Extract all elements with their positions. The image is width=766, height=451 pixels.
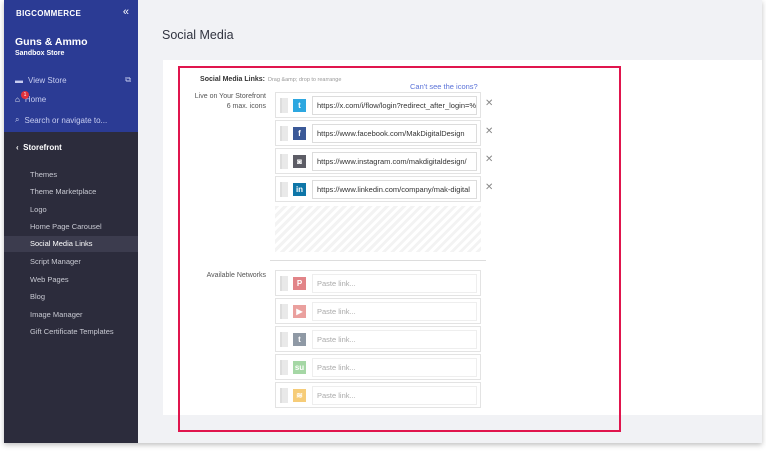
sidebar-item-theme-marketplace[interactable]: Theme Marketplace	[4, 184, 138, 200]
store-subtitle: Sandbox Store	[15, 50, 65, 57]
search-icon: ⌕	[15, 115, 20, 124]
storefront-back[interactable]: ‹ Storefront	[16, 143, 62, 152]
bigcommerce-logo: BIGCOMMERCE	[16, 9, 82, 18]
sidebar-item-gift-certificates[interactable]: Gift Certificate Templates	[4, 324, 138, 340]
highlight-box	[178, 66, 621, 432]
search-label: Search or navigate to...	[24, 115, 108, 125]
section-label: Storefront	[23, 143, 62, 152]
page-title: Social Media	[162, 28, 234, 42]
view-store-link[interactable]: ▬ View Store ⧉	[15, 75, 131, 85]
sidebar-item-social-media-links[interactable]: Social Media Links	[4, 236, 138, 252]
store-name: Guns & Ammo	[15, 36, 88, 48]
sidebar-item-logo[interactable]: Logo	[4, 202, 138, 218]
external-link-icon: ⧉	[125, 75, 131, 84]
view-store-label: View Store	[28, 75, 67, 85]
search-nav[interactable]: ⌕ Search or navigate to...	[15, 115, 107, 125]
sidebar-item-web-pages[interactable]: Web Pages	[4, 272, 138, 288]
store-icon: ▬	[15, 75, 23, 85]
home-icon: ⌂ 1	[15, 91, 29, 104]
sidebar-item-script-manager[interactable]: Script Manager	[4, 254, 138, 270]
home-link[interactable]: ⌂ 1 Home	[15, 91, 46, 104]
sidebar: BIGCOMMERCE « Guns & Ammo Sandbox Store …	[4, 0, 138, 443]
notification-badge: 1	[21, 91, 29, 99]
sidebar-item-themes[interactable]: Themes	[4, 167, 138, 183]
sidebar-item-blog[interactable]: Blog	[4, 289, 138, 305]
sidebar-item-carousel[interactable]: Home Page Carousel	[4, 219, 138, 235]
collapse-sidebar-icon[interactable]: «	[123, 6, 129, 18]
sidebar-item-image-manager[interactable]: Image Manager	[4, 307, 138, 323]
